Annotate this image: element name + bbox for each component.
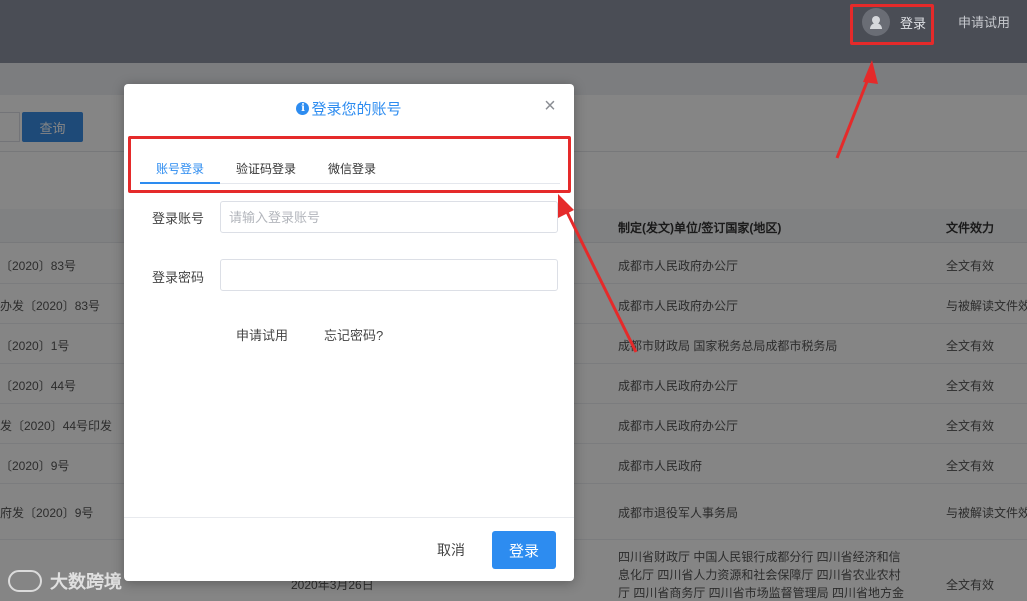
account-input[interactable] (220, 201, 558, 233)
close-icon[interactable]: × (542, 96, 558, 116)
apply-trial-link[interactable]: 申请试用 (236, 325, 288, 344)
login-submit-button[interactable]: 登录 (492, 531, 556, 569)
annotation-highlight-login (850, 4, 934, 45)
forgot-password-link[interactable]: 忘记密码? (324, 325, 383, 344)
watermark-logo: 大数跨境 (8, 568, 122, 594)
watermark-icon (8, 570, 42, 592)
password-input[interactable] (220, 259, 558, 291)
account-label: 登录账号 (152, 211, 205, 226)
dialog-title-text: 登录您的账号 (311, 101, 402, 118)
info-icon: i (296, 102, 310, 115)
top-apply-trial-link[interactable]: 申请试用 (958, 12, 1010, 31)
dialog-title: i 登录您的账号 (124, 98, 574, 119)
dialog-footer-divider (124, 517, 574, 518)
annotation-highlight-tabs (128, 136, 571, 193)
watermark-text: 大数跨境 (50, 572, 122, 592)
cancel-button[interactable]: 取消 (420, 531, 482, 569)
password-label: 登录密码 (152, 270, 205, 285)
